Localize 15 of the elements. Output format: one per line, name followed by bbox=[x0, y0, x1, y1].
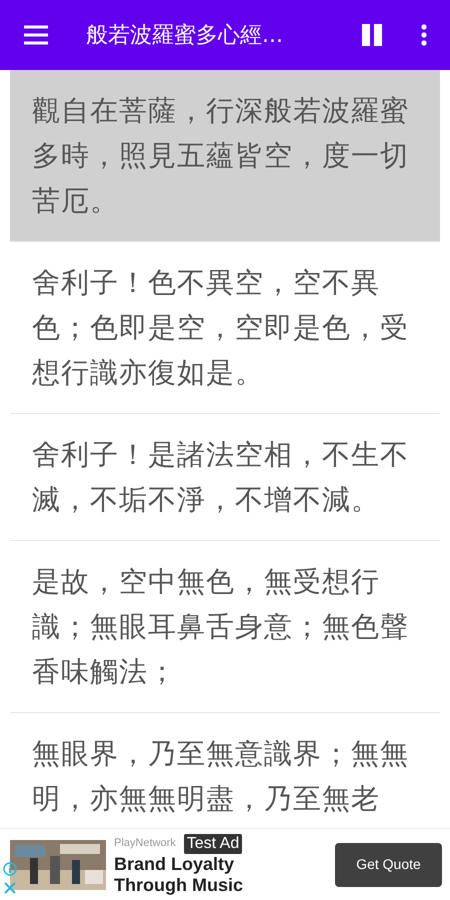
verse-text: 舍利子！色不異空，空不異色；色即是空，空即是色，受想行識亦復如是。 bbox=[32, 265, 410, 391]
verse-text: 舍利子！是諸法空相，不生不滅，不垢不淨，不增不減。 bbox=[32, 437, 410, 518]
verse-text: 是故，空中無色，無受想行識；無眼耳鼻舌身意；無色聲香味觸法； bbox=[32, 564, 410, 690]
more-icon bbox=[421, 24, 427, 46]
info-icon[interactable] bbox=[3, 862, 17, 876]
menu-icon bbox=[23, 25, 49, 45]
get-quote-button[interactable]: Get Quote bbox=[335, 842, 442, 886]
test-ad-label: Test Ad bbox=[184, 834, 242, 854]
ad-headline: Brand Loyalty Through Music bbox=[114, 854, 244, 896]
advertiser-name: PlayNetwork bbox=[114, 836, 176, 852]
verse-item[interactable]: 觀自在菩薩，行深般若波羅蜜多時，照見五蘊皆空，度一切苦厄。 bbox=[10, 70, 440, 242]
verse-text: 無眼界，乃至無意識界；無無明，亦無無明盡，乃至無老 bbox=[32, 736, 410, 817]
verse-text: 觀自在菩薩，行深般若波羅蜜多時，照見五蘊皆空，度一切苦厄。 bbox=[32, 93, 410, 219]
pause-icon bbox=[361, 24, 383, 46]
app-title: 般若波羅蜜多心經... bbox=[86, 22, 283, 50]
